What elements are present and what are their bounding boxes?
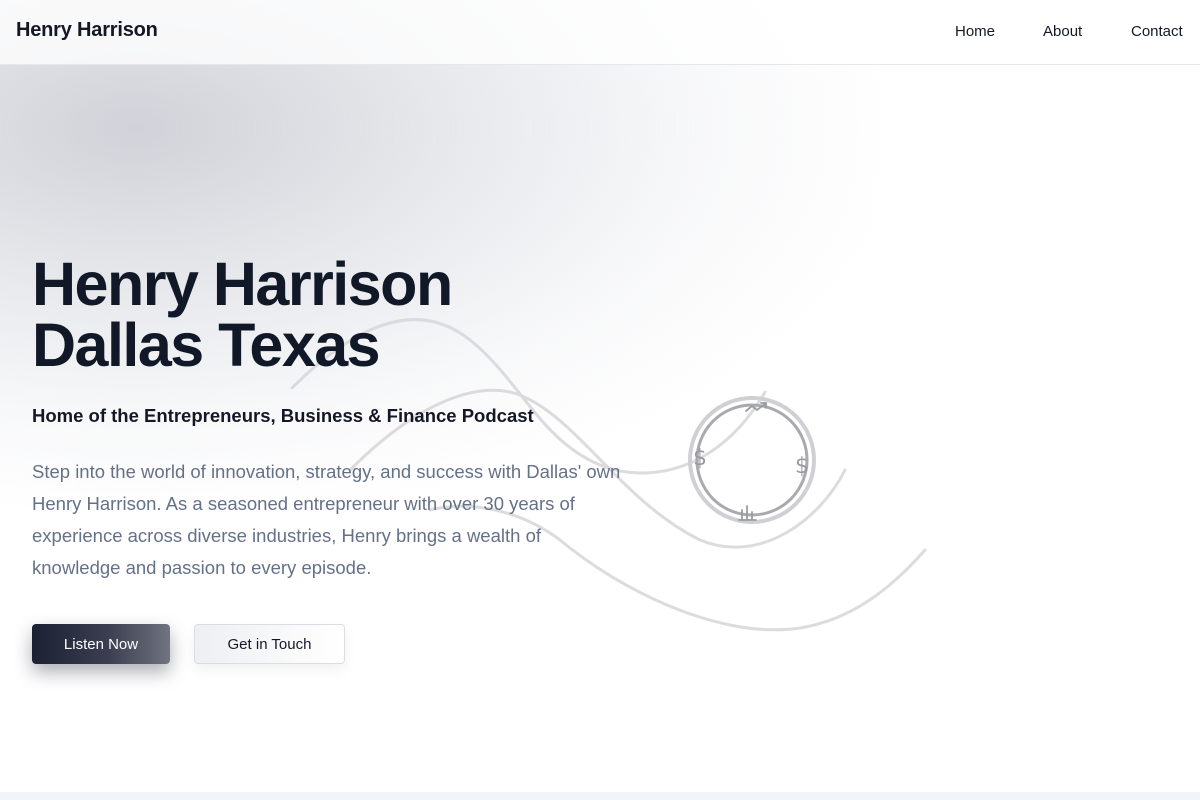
nav-link-contact[interactable]: Contact	[1131, 23, 1183, 40]
site-header: Henry Harrison Home About Contact	[0, 0, 1200, 65]
brand-logo[interactable]: Henry Harrison	[16, 19, 158, 42]
page: $ $ Henry Harrison Home About Contact He…	[0, 0, 1200, 800]
finance-circle-icon: $ $	[688, 396, 816, 524]
hero-title-line-2: Dallas Texas	[32, 311, 381, 379]
hero-title: Henry Harrison Dallas Texas	[32, 250, 453, 379]
get-in-touch-button[interactable]: Get in Touch	[194, 624, 345, 664]
hero-subtitle: Home of the Entrepreneurs, Business & Fi…	[32, 405, 534, 426]
hero-title-line-1: Henry Harrison	[32, 250, 453, 318]
hero-description: Step into the world of innovation, strat…	[32, 461, 621, 578]
decorative-graphic: $ $	[290, 318, 927, 632]
nav-link-about[interactable]: About	[1043, 23, 1082, 40]
dollar-icon: $	[693, 446, 707, 471]
dollar-icon: $	[795, 454, 809, 479]
bar-chart-icon	[738, 505, 757, 521]
nav-link-home[interactable]: Home	[955, 23, 995, 40]
listen-now-button[interactable]: Listen Now	[32, 624, 170, 664]
